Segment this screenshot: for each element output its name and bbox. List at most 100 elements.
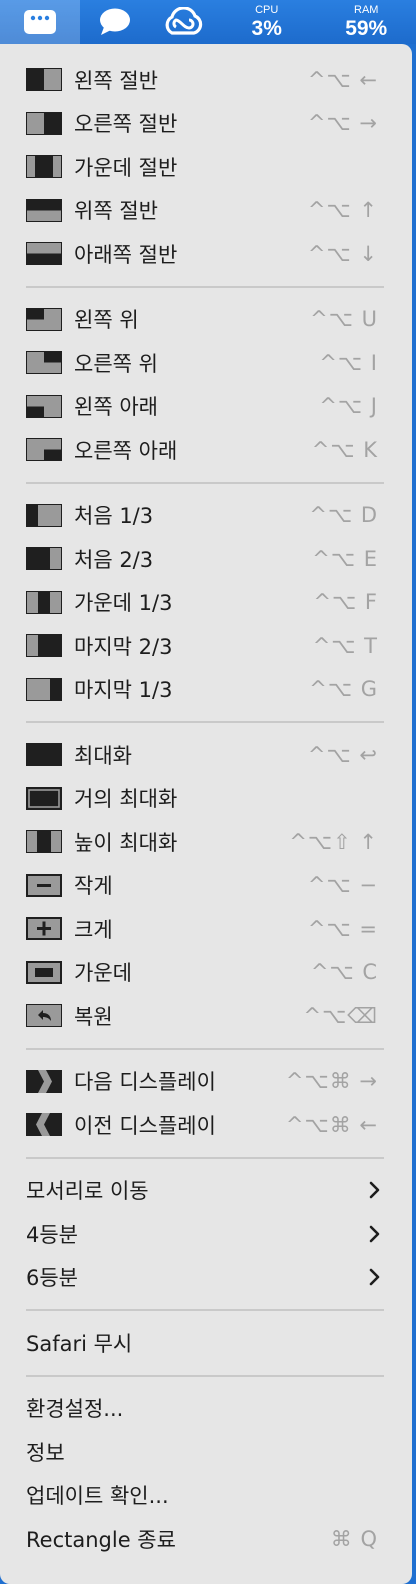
menu-item-shortcut: ^⌥ ↑ — [307, 198, 378, 223]
menu-item-label: 오른쪽 위 — [74, 351, 158, 376]
first-two-thirds-icon — [26, 547, 62, 571]
menu-item[interactable]: 오른쪽 위 ^⌥ I — [0, 341, 412, 385]
rectangle-app-icon[interactable] — [0, 0, 80, 44]
menu-item[interactable]: 높이 최대화 ^⌥⇧ ↑ — [0, 820, 412, 864]
menu-item-label: 처음 2/3 — [74, 547, 154, 572]
menu-item[interactable]: 오른쪽 아래 ^⌥ K — [0, 428, 412, 472]
menu-item-shortcut: ^⌥ C — [310, 960, 378, 985]
menu-item-shortcut: ^⌥ D — [309, 503, 378, 528]
restore-icon — [26, 1004, 62, 1028]
first-third-icon — [26, 503, 62, 527]
ram-value: 59% — [345, 17, 388, 40]
menu-item-label: 마지막 2/3 — [74, 634, 173, 659]
menu-item-label: 다음 디스플레이 — [74, 1070, 216, 1095]
smaller-icon — [26, 873, 62, 897]
almost-maximize-icon — [26, 786, 62, 810]
menu-item[interactable]: Safari 무시 — [0, 1321, 412, 1365]
previous-display-icon — [26, 1113, 62, 1137]
menu-item-label: 업데이트 확인... — [26, 1484, 169, 1509]
menu-item-label: 가운데 — [74, 961, 132, 986]
menu-item[interactable]: 위쪽 절반 ^⌥ ↑ — [0, 189, 412, 233]
messages-icon[interactable] — [82, 0, 150, 44]
menu-item-label: 크게 — [74, 917, 113, 942]
chevron-right-icon — [369, 1181, 380, 1199]
menu-item[interactable]: 작게 ^⌥ − — [0, 864, 412, 908]
menu-item-label: 가운데 1/3 — [74, 591, 173, 616]
menu-item[interactable]: 가운데 1/3 ^⌥ F — [0, 581, 412, 625]
right-half-icon — [26, 111, 62, 135]
chevron-right-icon — [369, 1225, 380, 1243]
menu-item-label: 정보 — [26, 1440, 65, 1465]
menu-item[interactable]: 모서리로 이동 — [0, 1169, 412, 1213]
menu-item[interactable]: 최대화 ^⌥ ↩ — [0, 733, 412, 777]
menu-item[interactable]: 왼쪽 절반 ^⌥ ← — [0, 58, 412, 102]
menu-item-label: 아래쪽 절반 — [74, 242, 178, 267]
menu-item-shortcut: ^⌥⌫ — [303, 1003, 378, 1028]
ram-monitor[interactable]: RAM 59% — [316, 0, 416, 44]
top-half-icon — [26, 198, 62, 222]
menu-item[interactable]: Rectangle 종료 ⌘ Q — [0, 1517, 412, 1561]
menu-item-label: 가운데 절반 — [74, 155, 178, 180]
menu-item-label: 왼쪽 절반 — [74, 68, 158, 93]
ram-label: RAM — [354, 4, 379, 16]
creative-cloud-icon[interactable] — [149, 0, 217, 44]
menu-item-shortcut: ^⌥⌘ → — [285, 1069, 378, 1094]
menu-item-label: 위쪽 절반 — [74, 199, 158, 224]
top-right-icon — [26, 351, 62, 375]
menu-item[interactable]: 처음 2/3 ^⌥ E — [0, 537, 412, 581]
menu-item-shortcut: ^⌥ E — [312, 546, 378, 571]
menu-item[interactable]: 복원 ^⌥⌫ — [0, 994, 412, 1038]
menu-item[interactable]: 마지막 2/3 ^⌥ T — [0, 624, 412, 668]
menu-separator — [0, 711, 412, 733]
menu-item-label: 처음 1/3 — [74, 504, 154, 529]
menu-item-label: 환경설정... — [26, 1397, 124, 1422]
menu-item[interactable]: 처음 1/3 ^⌥ D — [0, 494, 412, 538]
menu-item-shortcut: ^⌥ I — [319, 350, 378, 375]
last-two-thirds-icon — [26, 634, 62, 658]
menu-item-shortcut: ^⌥ → — [307, 111, 378, 136]
menu-item[interactable]: 4등분 — [0, 1212, 412, 1256]
menu-item-shortcut: ^⌥ ↩ — [307, 742, 378, 767]
menu-item[interactable]: 가운데 ^⌥ C — [0, 951, 412, 995]
menu-separator — [0, 1365, 412, 1387]
menu-item-label: 왼쪽 위 — [74, 308, 139, 333]
menu-item[interactable]: 환경설정... — [0, 1387, 412, 1431]
menu-item-label: 작게 — [74, 874, 113, 899]
menu-item-shortcut: ^⌥ = — [307, 916, 378, 941]
menu-bar: CPU 3% RAM 59% — [0, 0, 416, 44]
center-icon — [26, 960, 62, 984]
next-display-icon — [26, 1069, 62, 1093]
menu-item-label: 복원 — [74, 1004, 113, 1029]
menu-item[interactable]: 아래쪽 절반 ^⌥ ↓ — [0, 232, 412, 276]
menu-item-shortcut: ^⌥ ↓ — [307, 241, 378, 266]
menu-item[interactable]: 거의 최대화 — [0, 777, 412, 821]
menu-item-shortcut: ^⌥ U — [310, 307, 378, 332]
bottom-right-icon — [26, 438, 62, 462]
menu-item[interactable]: 왼쪽 아래 ^⌥ J — [0, 385, 412, 429]
center-third-icon — [26, 590, 62, 614]
cpu-label: CPU — [255, 4, 279, 16]
menu-item-shortcut: ⌘ Q — [330, 1526, 378, 1551]
menu-item[interactable]: 오른쪽 절반 ^⌥ → — [0, 102, 412, 146]
menu-item[interactable]: 정보 — [0, 1430, 412, 1474]
bottom-half-icon — [26, 242, 62, 266]
menu-item[interactable]: 왼쪽 위 ^⌥ U — [0, 298, 412, 342]
menu-item-shortcut: ^⌥ F — [313, 590, 378, 615]
menu-item[interactable]: 마지막 1/3 ^⌥ G — [0, 668, 412, 712]
menu-separator — [0, 1038, 412, 1060]
menu-item[interactable]: 다음 디스플레이 ^⌥⌘ → — [0, 1060, 412, 1104]
bottom-left-icon — [26, 394, 62, 418]
menu-item[interactable]: 업데이트 확인... — [0, 1474, 412, 1518]
menu-item-label: 4등분 — [26, 1222, 79, 1247]
cpu-monitor[interactable]: CPU 3% — [217, 0, 317, 44]
menu-item-shortcut: ^⌥ − — [307, 873, 378, 898]
chevron-right-icon — [369, 1268, 380, 1286]
menu-item[interactable]: 가운데 절반 — [0, 145, 412, 189]
menu-item[interactable]: 크게 ^⌥ = — [0, 907, 412, 951]
menu-item-shortcut: ^⌥ J — [319, 394, 378, 419]
menu-item[interactable]: 6등분 — [0, 1256, 412, 1300]
menu-item-label: Safari 무시 — [26, 1331, 133, 1356]
menu-item-label: 모서리로 이동 — [26, 1179, 149, 1204]
cpu-value: 3% — [251, 17, 282, 40]
menu-item[interactable]: 이전 디스플레이 ^⌥⌘ ← — [0, 1103, 412, 1147]
